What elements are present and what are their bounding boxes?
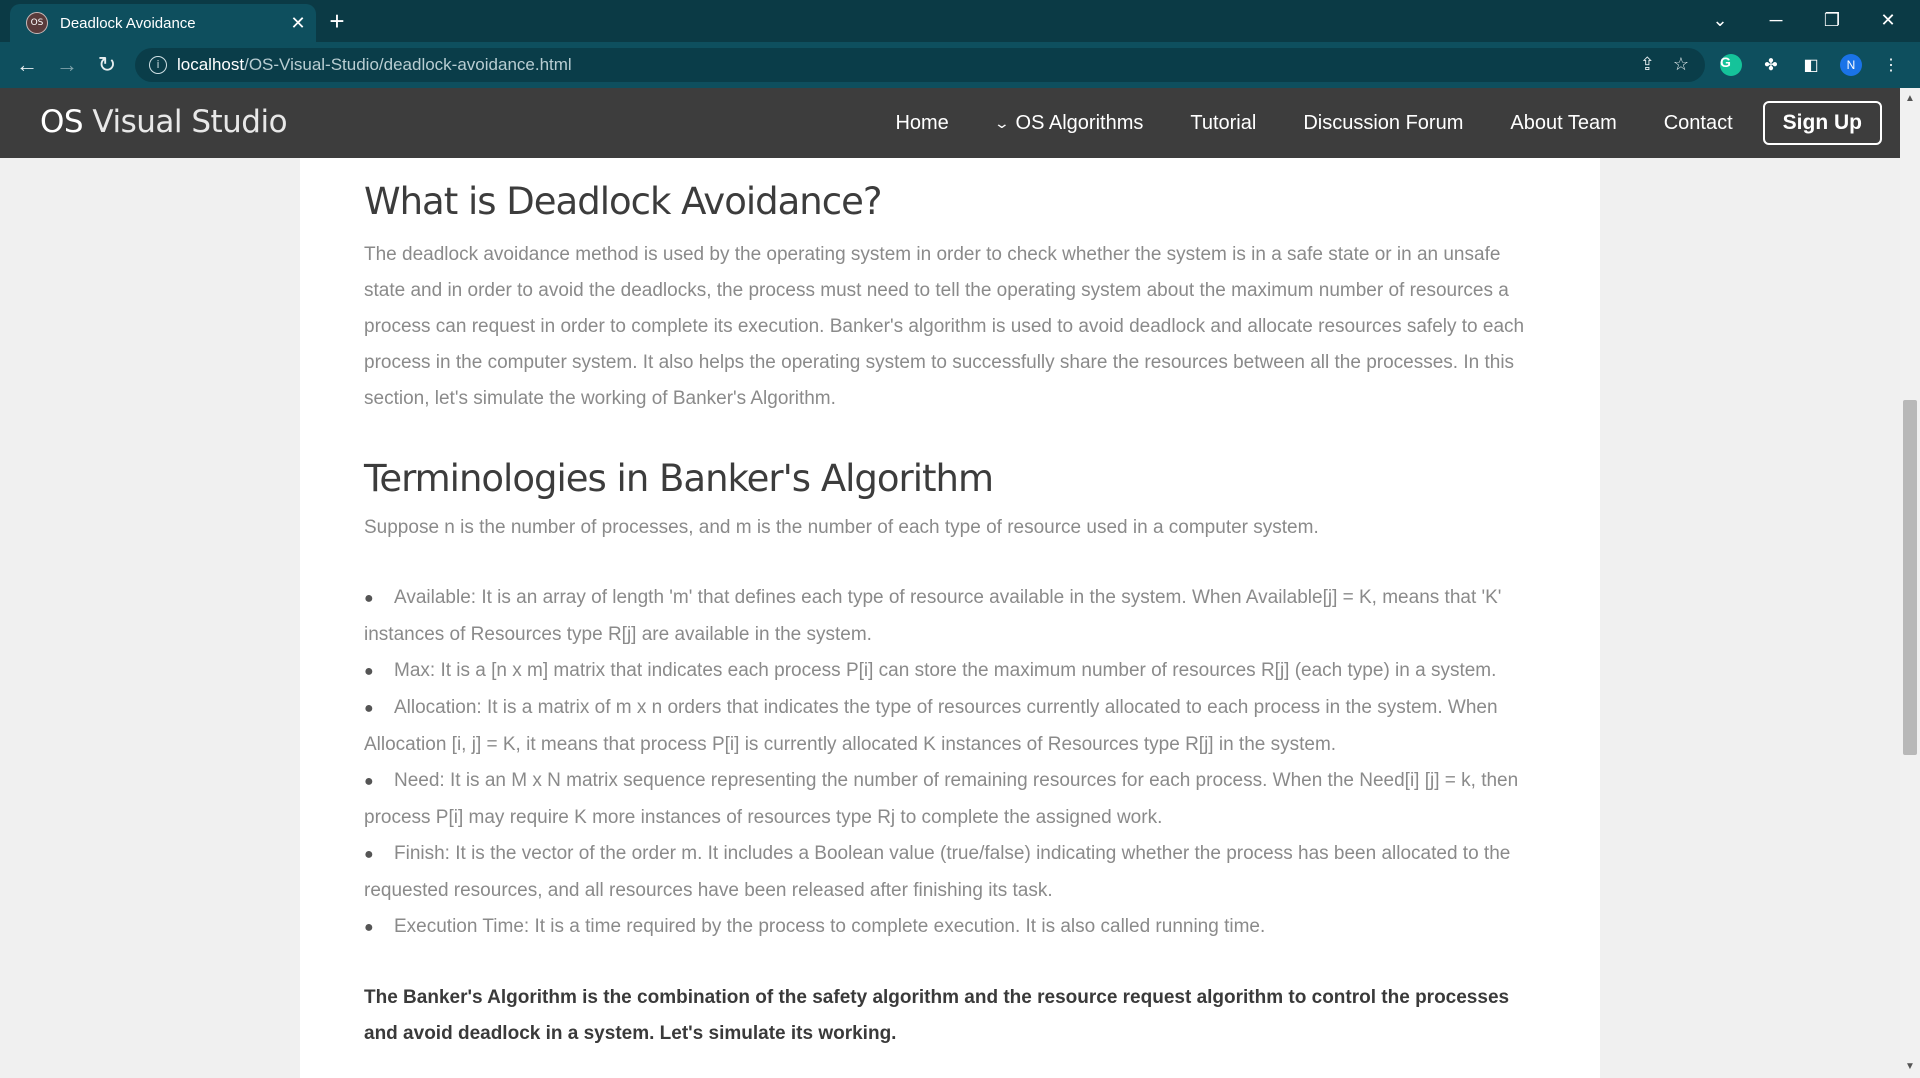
window-close-icon[interactable]: ✕ (1860, 0, 1916, 40)
browser-tab-bar: OS Deadlock Avoidance ✕ + ⌄ ─ ❐ ✕ (0, 0, 1920, 42)
site-navbar: OS Visual Studio Home ⌄ OS Algorithms Tut… (0, 88, 1900, 158)
new-tab-icon[interactable]: + (322, 6, 352, 36)
nav-os-algorithms[interactable]: ⌄ OS Algorithms (993, 112, 1143, 135)
reload-icon[interactable]: ↻ (92, 50, 122, 80)
site-info-icon[interactable]: i (149, 56, 167, 74)
scroll-up-icon[interactable]: ▲ (1900, 90, 1920, 108)
nav-home[interactable]: Home (895, 112, 948, 135)
close-tab-icon[interactable]: ✕ (284, 13, 312, 34)
nav-about-team[interactable]: About Team (1510, 112, 1616, 135)
address-bar[interactable]: i localhost/OS-Visual-Studio/deadlock-av… (135, 48, 1705, 82)
nav-tutorial[interactable]: Tutorial (1190, 112, 1256, 135)
heading-terminologies: Terminologies in Banker's Algorithm (364, 457, 994, 500)
bankers-summary: The Banker's Algorithm is the combinatio… (364, 987, 1510, 1044)
terminology-list: ● Available: It is an array of length 'm'… (364, 580, 1544, 946)
page-scrollbar[interactable]: ▲ ▼ (1900, 88, 1920, 1078)
heading-deadlock-avoidance: What is Deadlock Avoidance? (364, 180, 882, 223)
browser-tab[interactable]: OS Deadlock Avoidance ✕ (10, 4, 316, 42)
nav-links: Home ⌄ OS Algorithms Tutorial Discussion … (848, 88, 1882, 158)
bookmark-star-icon[interactable]: ☆ (1673, 54, 1689, 75)
article: What is Deadlock Avoidance? The deadlock… (364, 180, 1544, 1052)
menu-kebab-icon[interactable]: ⋮ (1878, 52, 1904, 78)
scroll-down-icon[interactable]: ▼ (1900, 1058, 1920, 1076)
list-item: ● Finish: It is the vector of the order m… (364, 843, 1511, 901)
scrollbar-thumb[interactable] (1903, 400, 1917, 755)
profile-avatar[interactable]: N (1838, 52, 1864, 78)
share-icon[interactable]: ⇪ (1640, 54, 1655, 75)
url-text: localhost/OS-Visual-Studio/deadlock-avoi… (177, 55, 572, 74)
extensions-puzzle-icon[interactable]: ✤ (1758, 52, 1784, 78)
chevron-down-icon: ⌄ (993, 114, 1010, 131)
favicon-icon: OS (26, 12, 48, 34)
list-item: ● Max: It is a [n x m] matrix that indica… (364, 660, 1497, 681)
tab-search-icon[interactable]: ⌄ (1692, 0, 1748, 40)
nav-discussion-forum[interactable]: Discussion Forum (1303, 112, 1463, 135)
restore-icon[interactable]: ❐ (1804, 0, 1860, 40)
browser-toolbar: ← → ↻ i localhost/OS-Visual-Studio/deadl… (0, 42, 1920, 88)
grammarly-extension-icon[interactable]: G (1718, 52, 1744, 78)
nav-contact[interactable]: Contact (1664, 112, 1733, 135)
back-icon[interactable]: ← (12, 50, 42, 80)
content-card: What is Deadlock Avoidance? The deadlock… (300, 158, 1600, 1078)
minimize-icon[interactable]: ─ (1748, 0, 1804, 40)
list-item: ● Need: It is an M x N matrix sequence re… (364, 770, 1519, 828)
tab-title: Deadlock Avoidance (60, 14, 196, 32)
signup-button[interactable]: Sign Up (1762, 101, 1882, 145)
terminology-intro: Suppose n is the number of processes, an… (364, 517, 1319, 538)
list-item: ● Allocation: It is a matrix of m x n ord… (364, 697, 1498, 755)
side-panel-icon[interactable]: ◧ (1798, 52, 1824, 78)
forward-icon[interactable]: → (52, 50, 82, 80)
list-item: ● Available: It is an array of length 'm'… (364, 587, 1502, 645)
site-brand[interactable]: OS Visual Studio (40, 104, 288, 140)
intro-paragraph: The deadlock avoidance method is used by… (364, 244, 1525, 409)
list-item: ● Execution Time: It is a time required b… (364, 916, 1266, 937)
